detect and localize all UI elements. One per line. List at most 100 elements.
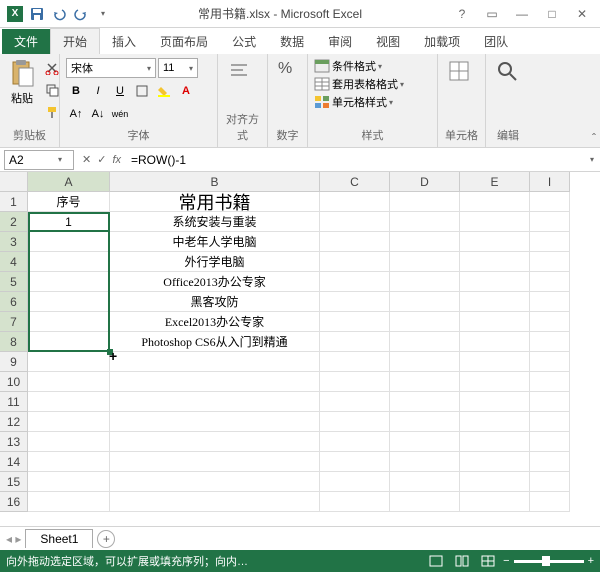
cell-C15[interactable] <box>320 472 390 492</box>
redo-button[interactable] <box>72 5 90 23</box>
cell-D7[interactable] <box>390 312 460 332</box>
name-box-input[interactable] <box>5 153 55 167</box>
cell-A14[interactable] <box>28 452 110 472</box>
cell-I16[interactable] <box>530 492 570 512</box>
cell-D13[interactable] <box>390 432 460 452</box>
col-header-A[interactable]: A <box>28 172 110 192</box>
cell-D8[interactable] <box>390 332 460 352</box>
page-layout-view-icon[interactable] <box>451 553 473 569</box>
cell-B10[interactable] <box>110 372 320 392</box>
page-break-view-icon[interactable] <box>477 553 499 569</box>
cell-A2[interactable]: 1 <box>28 212 110 232</box>
cell-B4[interactable]: 外行学电脑 <box>110 252 320 272</box>
cell-C8[interactable] <box>320 332 390 352</box>
cell-B9[interactable] <box>110 352 320 372</box>
cell-C11[interactable] <box>320 392 390 412</box>
cell-B6[interactable]: 黑客攻防 <box>110 292 320 312</box>
font-color-button[interactable]: A <box>176 81 196 101</box>
cell-C12[interactable] <box>320 412 390 432</box>
cell-C6[interactable] <box>320 292 390 312</box>
undo-button[interactable] <box>50 5 68 23</box>
row-header-12[interactable]: 12 <box>0 412 28 432</box>
cells-button[interactable] <box>444 58 474 84</box>
underline-button[interactable]: U <box>110 81 130 101</box>
tab-formulas[interactable]: 公式 <box>220 29 268 54</box>
font-size-combo[interactable]: 11▾ <box>158 58 198 78</box>
cell-E3[interactable] <box>460 232 530 252</box>
cell-I10[interactable] <box>530 372 570 392</box>
tab-team[interactable]: 团队 <box>472 29 520 54</box>
cell-I4[interactable] <box>530 252 570 272</box>
cell-A6[interactable] <box>28 292 110 312</box>
cell-E14[interactable] <box>460 452 530 472</box>
cell-I7[interactable] <box>530 312 570 332</box>
cell-D4[interactable] <box>390 252 460 272</box>
close-button[interactable]: ✕ <box>568 4 596 24</box>
cell-B3[interactable]: 中老年人学电脑 <box>110 232 320 252</box>
paste-button[interactable]: 粘贴 <box>6 58 38 108</box>
phonetic-button[interactable]: wén <box>110 104 130 124</box>
formula-input[interactable] <box>127 153 584 167</box>
cell-A9[interactable] <box>28 352 110 372</box>
tab-insert[interactable]: 插入 <box>100 29 148 54</box>
collapse-ribbon-icon[interactable]: ˆ <box>592 131 596 145</box>
cell-B7[interactable]: Excel2013办公专家 <box>110 312 320 332</box>
cell-D14[interactable] <box>390 452 460 472</box>
cell-I11[interactable] <box>530 392 570 412</box>
bold-button[interactable]: B <box>66 81 86 101</box>
number-format-button[interactable]: % <box>274 58 296 80</box>
cell-D12[interactable] <box>390 412 460 432</box>
conditional-format-button[interactable]: 条件格式▾ <box>314 58 382 74</box>
cell-B15[interactable] <box>110 472 320 492</box>
save-button[interactable] <box>28 5 46 23</box>
cell-E5[interactable] <box>460 272 530 292</box>
cell-E9[interactable] <box>460 352 530 372</box>
minimize-button[interactable]: — <box>508 4 536 24</box>
normal-view-icon[interactable] <box>425 553 447 569</box>
cell-D1[interactable] <box>390 192 460 212</box>
editing-button[interactable] <box>492 58 522 84</box>
tab-data[interactable]: 数据 <box>268 29 316 54</box>
tab-review[interactable]: 审阅 <box>316 29 364 54</box>
cell-C2[interactable] <box>320 212 390 232</box>
cell-E15[interactable] <box>460 472 530 492</box>
cell-C7[interactable] <box>320 312 390 332</box>
cell-B8[interactable]: Photoshop CS6从入门到精通 <box>110 332 320 352</box>
col-header-C[interactable]: C <box>320 172 390 192</box>
cell-styles-button[interactable]: 单元格样式▾ <box>314 94 393 110</box>
font-name-combo[interactable]: 宋体▾ <box>66 58 156 78</box>
zoom-in-button[interactable]: + <box>588 555 594 567</box>
spreadsheet-grid[interactable]: ABCDEI 12345678910111213141516 序号常用书籍1系统… <box>0 172 600 526</box>
cut-button[interactable] <box>42 58 62 78</box>
cell-B14[interactable] <box>110 452 320 472</box>
col-header-E[interactable]: E <box>460 172 530 192</box>
cell-B2[interactable]: 系统安装与重装 <box>110 212 320 232</box>
enter-formula-icon[interactable]: ✓ <box>97 153 106 166</box>
row-header-10[interactable]: 10 <box>0 372 28 392</box>
cell-E10[interactable] <box>460 372 530 392</box>
cell-A1[interactable]: 序号 <box>28 192 110 212</box>
italic-button[interactable]: I <box>88 81 108 101</box>
cell-E16[interactable] <box>460 492 530 512</box>
cell-E2[interactable] <box>460 212 530 232</box>
tab-file[interactable]: 文件 <box>2 29 50 54</box>
cell-D10[interactable] <box>390 372 460 392</box>
cell-D15[interactable] <box>390 472 460 492</box>
cell-E1[interactable] <box>460 192 530 212</box>
cell-A5[interactable] <box>28 272 110 292</box>
cell-B11[interactable] <box>110 392 320 412</box>
cell-E12[interactable] <box>460 412 530 432</box>
cell-E8[interactable] <box>460 332 530 352</box>
cell-I13[interactable] <box>530 432 570 452</box>
row-header-14[interactable]: 14 <box>0 452 28 472</box>
expand-formula-bar-icon[interactable]: ▾ <box>590 155 600 164</box>
ribbon-display-button[interactable]: ▭ <box>478 4 506 24</box>
name-box[interactable]: ▾ <box>4 150 74 170</box>
cell-B5[interactable]: Office2013办公专家 <box>110 272 320 292</box>
excel-logo-icon[interactable]: X <box>6 5 24 23</box>
maximize-button[interactable]: □ <box>538 4 566 24</box>
cell-I9[interactable] <box>530 352 570 372</box>
name-box-dropdown-icon[interactable]: ▾ <box>55 155 65 164</box>
row-header-13[interactable]: 13 <box>0 432 28 452</box>
cell-C4[interactable] <box>320 252 390 272</box>
